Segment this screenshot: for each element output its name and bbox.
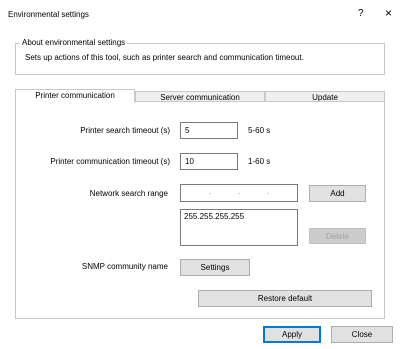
- network-range-label: Network search range: [89, 189, 168, 198]
- close-icon[interactable]: ×: [385, 6, 392, 20]
- snmp-settings-button[interactable]: Settings: [180, 259, 250, 276]
- about-description: Sets up actions of this tool, such as pr…: [25, 53, 304, 62]
- close-button[interactable]: Close: [331, 326, 393, 343]
- comm-timeout-range: 1-60 s: [248, 157, 271, 166]
- restore-default-button[interactable]: Restore default: [198, 290, 372, 307]
- ip-address-input[interactable]: . . .: [180, 184, 298, 202]
- ip-range-list[interactable]: 255.255.255.255: [180, 209, 298, 246]
- snmp-label: SNMP community name: [81, 262, 168, 271]
- ip-dot: .: [267, 187, 270, 196]
- comm-timeout-label: Printer communication timeout (s): [50, 157, 170, 166]
- delete-button[interactable]: Delete: [309, 228, 366, 244]
- search-timeout-label: Printer search timeout (s): [80, 126, 170, 135]
- about-legend: About environmental settings: [20, 38, 128, 47]
- list-item[interactable]: 255.255.255.255: [184, 212, 294, 221]
- help-icon[interactable]: ?: [358, 8, 364, 19]
- window-title: Environmental settings: [8, 10, 89, 19]
- add-button[interactable]: Add: [309, 185, 366, 202]
- ip-dot: .: [209, 187, 212, 196]
- search-timeout-range: 5-60 s: [248, 126, 271, 135]
- comm-timeout-input[interactable]: 10: [180, 153, 238, 170]
- search-timeout-input[interactable]: 5: [180, 122, 238, 139]
- tab-printer-communication[interactable]: Printer communication: [15, 89, 135, 103]
- ip-dot: .: [238, 187, 241, 196]
- apply-button[interactable]: Apply: [263, 326, 321, 343]
